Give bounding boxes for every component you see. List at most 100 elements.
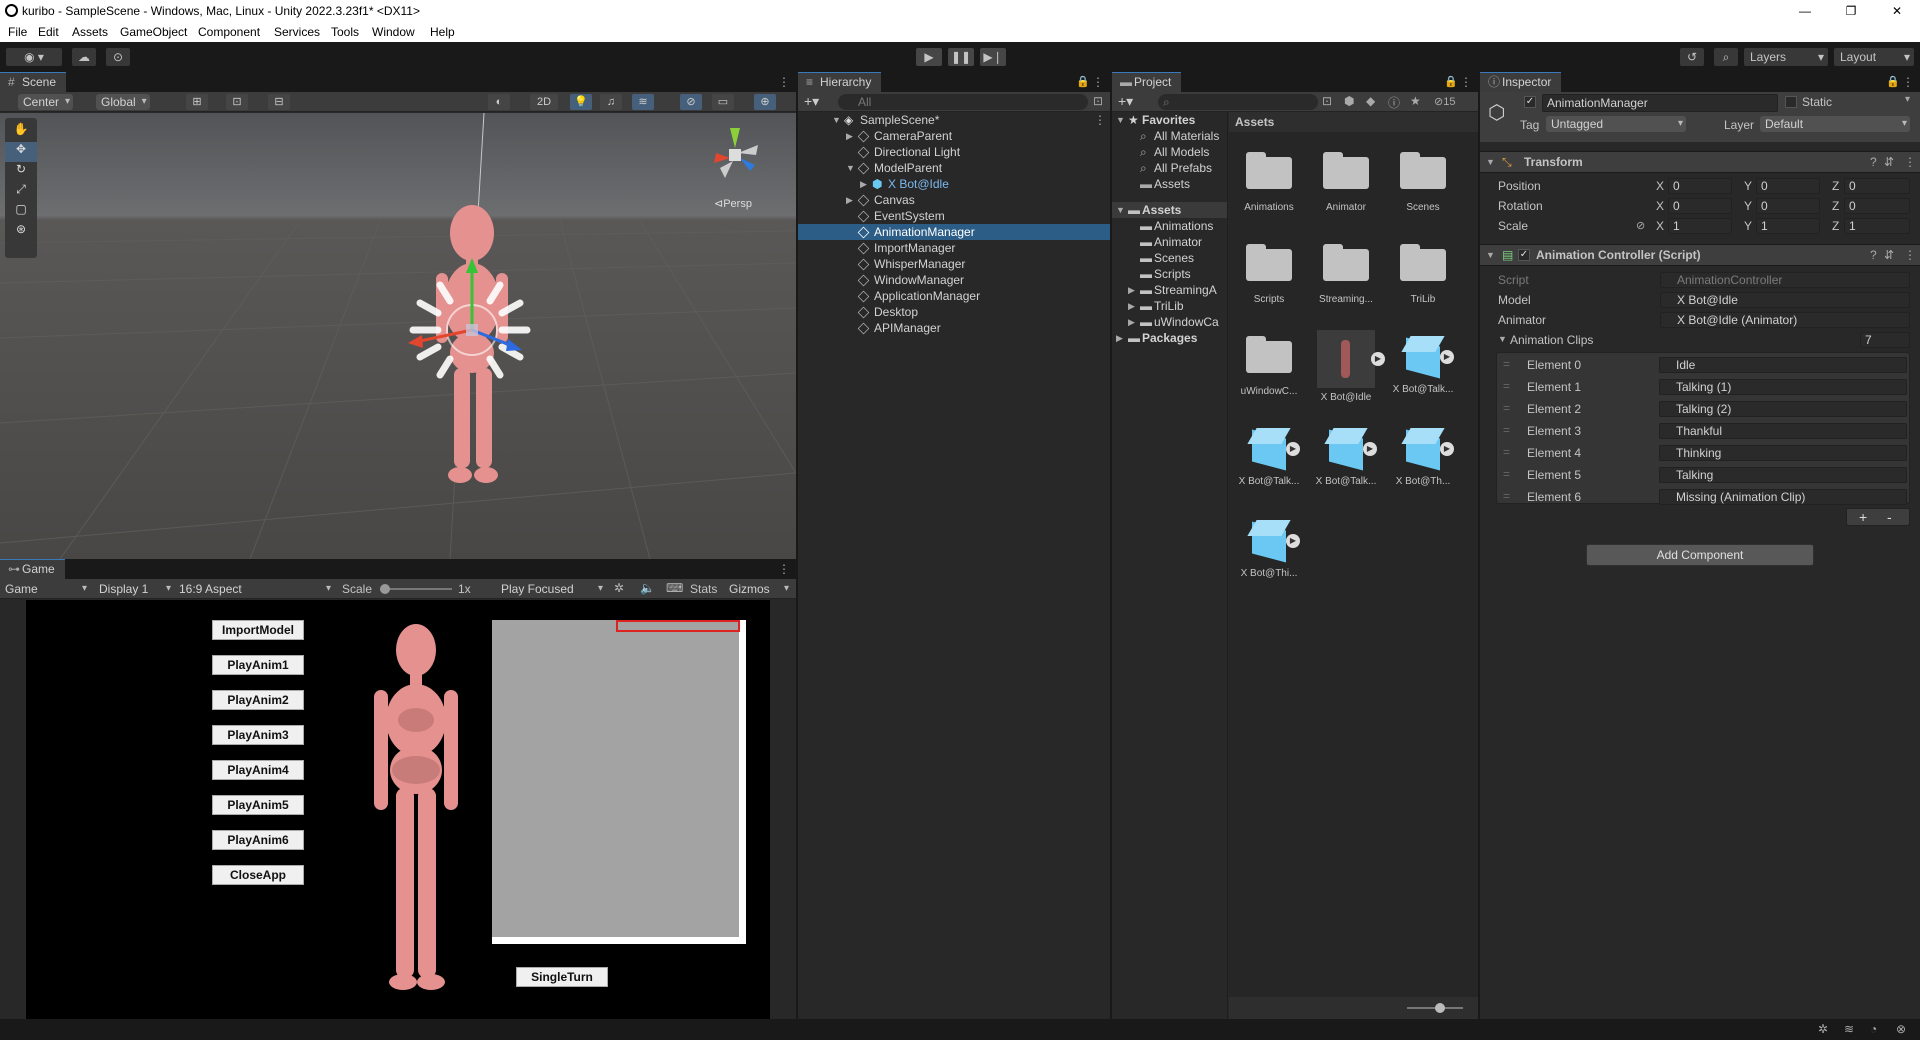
help-icon[interactable]: ? <box>1870 152 1877 172</box>
tab-scene[interactable]: # Scene <box>0 72 67 92</box>
favorite-item[interactable]: ⌕ All Models <box>1112 144 1227 160</box>
gizmos-dropdown[interactable]: Gizmos <box>724 581 792 597</box>
aspect-dropdown[interactable]: 16:9 Aspect <box>174 581 334 597</box>
play-anim2-button[interactable]: PlayAnim2 <box>212 690 304 710</box>
hidden-objects-icon[interactable]: ⊘ <box>680 94 702 110</box>
move-tool-icon[interactable]: ✥ <box>5 142 37 162</box>
assets-group[interactable]: ▼ ▬ Assets <box>1112 202 1227 218</box>
scale-y-field[interactable]: 1 <box>1756 218 1820 234</box>
folder-item[interactable]: ▶ ▬ uWindowCa <box>1112 314 1227 330</box>
play-mode-dropdown[interactable]: Play Focused <box>496 581 606 597</box>
hierarchy-item[interactable]: Desktop <box>798 304 1110 320</box>
scene-gizmo[interactable] <box>700 123 770 193</box>
model-field[interactable]: X Bot@Idle <box>1660 292 1910 308</box>
clip-field[interactable]: Idle <box>1659 357 1907 373</box>
lighting-icon[interactable]: 💡 <box>570 94 592 110</box>
add-component-button[interactable]: Add Component <box>1586 544 1814 566</box>
stats-toggle[interactable]: Stats <box>690 582 717 596</box>
single-turn-button[interactable]: SingleTurn <box>516 967 608 987</box>
pivot-dropdown[interactable]: Center <box>18 94 74 110</box>
scene-more-icon[interactable]: ⋮ <box>1094 112 1106 128</box>
hierarchy-item[interactable]: Directional Light <box>798 144 1110 160</box>
hierarchy-item[interactable]: ApplicationManager <box>798 288 1110 304</box>
account-button[interactable]: ◉ ▾ <box>6 48 62 66</box>
rect-tool-icon[interactable]: ▢ <box>5 202 37 222</box>
gizmos-icon[interactable]: ⊕ <box>754 94 776 110</box>
camera-icon[interactable]: ▭ <box>712 94 734 110</box>
drag-handle-icon[interactable]: = <box>1503 489 1510 503</box>
menu-assets[interactable]: Assets <box>72 25 108 39</box>
rotate-tool-icon[interactable]: ↻ <box>5 162 37 182</box>
scale-tool-icon[interactable]: ⤢ <box>5 182 37 202</box>
asset-prefab[interactable]: ▶ X Bot@Talk... <box>1311 424 1381 487</box>
drag-handle-icon[interactable]: = <box>1503 423 1510 437</box>
menu-tools[interactable]: Tools <box>331 25 359 39</box>
snap-icon[interactable]: ⊞ <box>186 94 208 110</box>
hierarchy-item[interactable]: WhisperManager <box>798 256 1110 272</box>
static-checkbox[interactable] <box>1785 96 1797 108</box>
clip-field[interactable]: Thinking <box>1659 445 1907 461</box>
menu-help[interactable]: Help <box>430 25 455 39</box>
tab-game[interactable]: ⊶ Game <box>0 559 65 579</box>
search-filter-icon[interactable]: ⊡ <box>1093 94 1103 108</box>
game-view-dropdown[interactable]: Game <box>0 581 90 597</box>
rotation-x-field[interactable]: 0 <box>1668 198 1732 214</box>
label-filter-icon[interactable]: ◆ <box>1366 94 1375 108</box>
preset-icon[interactable]: ⇵ <box>1884 152 1894 172</box>
favorite-icon[interactable]: ★ <box>1410 94 1421 108</box>
hierarchy-item[interactable]: WindowManager <box>798 272 1110 288</box>
inspector-more-icon[interactable]: ⋮ <box>1902 75 1914 89</box>
clip-field[interactable]: Talking (2) <box>1659 401 1907 417</box>
shading-icon[interactable]: ◐ <box>488 94 510 110</box>
hierarchy-item-selected[interactable]: AnimationManager <box>798 224 1110 240</box>
favorite-item[interactable]: ▬ Assets <box>1112 176 1227 192</box>
import-model-button[interactable]: ImportModel <box>212 620 304 640</box>
play-anim1-button[interactable]: PlayAnim1 <box>212 655 304 675</box>
display-dropdown[interactable]: Display 1 <box>94 581 174 597</box>
list-item[interactable]: = Element 2 Talking (2) <box>1497 401 1909 419</box>
hierarchy-item[interactable]: APIManager <box>798 320 1110 336</box>
asset-folder-scripts[interactable]: Scripts <box>1234 244 1304 305</box>
breadcrumb-label[interactable]: Assets <box>1235 115 1274 129</box>
projection-label[interactable]: ⊲Persp <box>714 197 752 210</box>
list-item[interactable]: = Element 3 Thankful <box>1497 423 1909 441</box>
position-z-field[interactable]: 0 <box>1844 178 1910 194</box>
drag-handle-icon[interactable]: = <box>1503 379 1510 393</box>
mute-icon[interactable]: 🔈 <box>640 581 655 595</box>
drag-handle-icon[interactable]: = <box>1503 357 1510 371</box>
scene-search-icon[interactable]: ⊡ <box>1322 94 1332 108</box>
position-y-field[interactable]: 0 <box>1756 178 1820 194</box>
2d-toggle[interactable]: 2D <box>530 94 558 110</box>
menu-component[interactable]: Component <box>198 25 260 39</box>
game-viewport[interactable]: ImportModel PlayAnim1 PlayAnim2 PlayAnim… <box>26 600 770 1019</box>
clips-size-field[interactable]: 7 <box>1860 332 1910 348</box>
static-dropdown-icon[interactable]: ▾ <box>1905 94 1910 105</box>
play-anim6-button[interactable]: PlayAnim6 <box>212 830 304 850</box>
active-checkbox[interactable]: ✓ <box>1524 96 1536 108</box>
favorite-item[interactable]: ⌕ All Prefabs <box>1112 160 1227 176</box>
grid-snap-icon[interactable]: ⊡ <box>226 94 248 110</box>
folder-item[interactable]: ▬ Animations <box>1112 218 1227 234</box>
clip-field[interactable]: Talking <box>1659 467 1907 483</box>
cloud-icon[interactable]: ☁ <box>72 48 96 66</box>
animator-field[interactable]: X Bot@Idle (Animator) <box>1660 312 1910 328</box>
list-item[interactable]: = Element 0 Idle <box>1497 357 1909 375</box>
step-button[interactable]: ▶❘ <box>980 48 1006 66</box>
restore-button[interactable]: ❐ <box>1828 0 1874 22</box>
menu-window[interactable]: Window <box>372 25 415 39</box>
drag-handle-icon[interactable]: = <box>1503 445 1510 459</box>
keyboard-icon[interactable]: ⌨ <box>666 581 683 595</box>
play-button[interactable]: ▶ <box>916 48 942 66</box>
project-more-icon[interactable]: ⋮ <box>1460 75 1472 89</box>
remove-element-button[interactable]: - <box>1887 509 1892 525</box>
hierarchy-item[interactable]: ▼ ModelParent <box>798 160 1110 176</box>
layer-dropdown[interactable]: Default <box>1760 116 1910 132</box>
component-enabled-checkbox[interactable]: ✓ <box>1518 249 1530 261</box>
asset-model-xbot-idle[interactable]: ▶ X Bot@Idle <box>1311 330 1385 403</box>
menu-edit[interactable]: Edit <box>38 25 59 39</box>
list-item[interactable]: = Element 4 Thinking <box>1497 445 1909 463</box>
scene-root[interactable]: ▼ ◈ SampleScene* ⋮ <box>798 112 1110 128</box>
favorites-group[interactable]: ▼ ★ Favorites <box>1112 112 1227 128</box>
pause-button[interactable]: ❚❚ <box>948 48 974 66</box>
asset-folder-animator[interactable]: Animator <box>1311 152 1381 213</box>
